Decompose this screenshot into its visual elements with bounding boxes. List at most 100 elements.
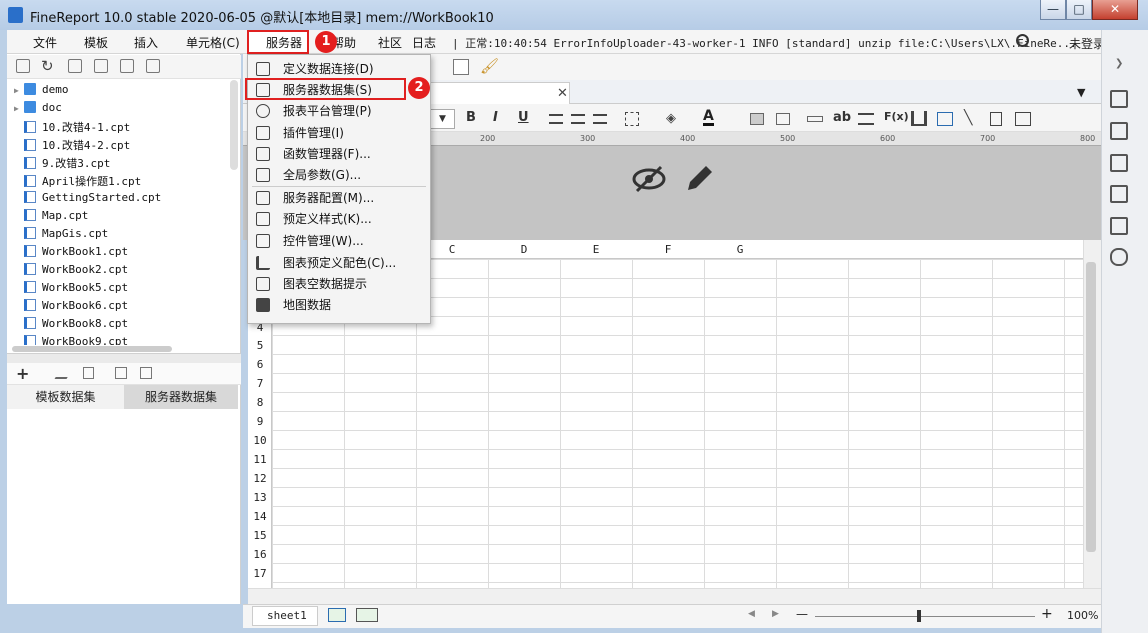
tab-template-dataset[interactable]: 模板数据集 — [7, 385, 124, 409]
text-field-icon[interactable] — [807, 116, 823, 122]
menu-item-server-config[interactable]: 服务器配置(M)... — [256, 189, 426, 210]
refresh-icon[interactable]: ↻ — [41, 57, 54, 75]
close-tab-icon[interactable]: ✕ — [557, 86, 568, 101]
add-sheet-icon[interactable] — [328, 608, 346, 622]
menu-item-function-manager[interactable]: 函数管理器(F)... — [256, 145, 426, 166]
delete-icon[interactable] — [120, 59, 134, 73]
row-header-8[interactable]: 8 — [248, 396, 272, 409]
tree-item[interactable]: WorkBook1.cpt — [14, 245, 128, 263]
delete-dataset-icon[interactable] — [83, 367, 94, 379]
tab-menu-icon[interactable]: ▼ — [1077, 86, 1085, 99]
tree-item[interactable]: April操作题1.cpt — [14, 173, 141, 191]
tree-horizontal-scrollbar[interactable] — [12, 346, 172, 352]
login-link[interactable]: 未登录 — [1069, 35, 1105, 52]
menu-cell[interactable]: 单元格(C) — [186, 34, 240, 51]
menu-server[interactable]: 服务器 — [266, 34, 302, 51]
tree-item[interactable]: 9.改错3.cpt — [14, 155, 110, 173]
open-report-icon[interactable] — [68, 59, 82, 73]
fill-color-icon[interactable]: ◈ — [666, 111, 676, 126]
row-header-5[interactable]: 5 — [248, 339, 272, 352]
merge-cells-icon[interactable] — [750, 113, 764, 125]
menu-item-platform-management[interactable]: 报表平台管理(P) — [256, 102, 426, 123]
cell-attribute-icon[interactable] — [1110, 122, 1128, 140]
menu-file[interactable]: 文件 — [33, 34, 57, 51]
font-size-select[interactable]: ▼ — [430, 109, 455, 129]
widget-settings-icon[interactable] — [1110, 185, 1128, 203]
image-icon[interactable] — [937, 112, 953, 126]
menu-item-chart-empty-data[interactable]: 图表空数据提示 — [256, 275, 426, 296]
row-header-6[interactable]: 6 — [248, 358, 272, 371]
hyperlink-icon[interactable] — [1110, 248, 1128, 266]
bold-button[interactable]: B — [466, 110, 476, 125]
chart-icon[interactable] — [911, 111, 927, 126]
menu-item-chart-color-scheme[interactable]: 图表预定义配色(C)... — [256, 254, 426, 275]
vertical-scroll-thumb[interactable] — [1086, 262, 1096, 552]
panel-splitter[interactable] — [7, 353, 241, 363]
column-header-e[interactable]: E — [560, 243, 632, 256]
sub-report-icon[interactable] — [990, 112, 1002, 126]
minimize-button[interactable]: — — [1040, 0, 1066, 20]
tree-item[interactable]: WorkBook5.cpt — [14, 281, 128, 299]
row-header-10[interactable]: 10 — [248, 434, 272, 447]
font-color-icon[interactable]: A — [703, 109, 714, 126]
zoom-slider[interactable] — [815, 616, 1035, 617]
tree-item[interactable]: WorkBook8.cpt — [14, 317, 128, 335]
border-icon[interactable] — [625, 112, 639, 126]
row-header-13[interactable]: 13 — [248, 491, 272, 504]
row-header-14[interactable]: 14 — [248, 510, 272, 523]
column-header-d[interactable]: D — [488, 243, 560, 256]
slash-icon[interactable]: ╲ — [964, 110, 972, 126]
tree-item[interactable]: 10.改错4-2.cpt — [14, 137, 130, 155]
menu-item-widget-management[interactable]: 控件管理(W)... — [256, 232, 426, 253]
rich-text-icon[interactable] — [858, 113, 874, 125]
zoom-in-button[interactable]: + — [1041, 606, 1053, 622]
search-icon[interactable] — [1016, 34, 1029, 47]
tree-item[interactable]: WorkBook9.cpt — [14, 335, 128, 345]
tab-server-dataset[interactable]: 服务器数据集 — [124, 385, 238, 409]
menu-log[interactable]: 日志 — [412, 34, 436, 51]
align-left-icon[interactable] — [549, 114, 563, 124]
column-header-f[interactable]: F — [632, 243, 704, 256]
new-folder-icon[interactable] — [16, 59, 30, 73]
unmerge-cells-icon[interactable] — [776, 113, 790, 125]
copy-icon[interactable] — [146, 59, 160, 73]
tree-item[interactable]: WorkBook2.cpt — [14, 263, 128, 281]
row-header-17[interactable]: 17 — [248, 567, 272, 580]
italic-button[interactable]: I — [493, 110, 498, 125]
tree-item[interactable]: WorkBook6.cpt — [14, 299, 128, 317]
tree-item[interactable]: Map.cpt — [14, 209, 88, 227]
paste-icon[interactable] — [453, 59, 469, 75]
row-header-15[interactable]: 15 — [248, 529, 272, 542]
menu-template[interactable]: 模板 — [84, 34, 108, 51]
float-element-icon[interactable] — [1110, 154, 1128, 172]
cell-shape-icon[interactable] — [1015, 112, 1031, 126]
row-header-16[interactable]: 16 — [248, 548, 272, 561]
row-header-12[interactable]: 12 — [248, 472, 272, 485]
add-dataset-icon[interactable]: + — [16, 364, 29, 383]
tree-item[interactable]: ▶ demo — [14, 83, 69, 101]
row-header-11[interactable]: 11 — [248, 453, 272, 466]
format-brush-icon[interactable]: 🖌 — [480, 57, 499, 75]
sheet-tab-sheet1[interactable]: sheet1 — [252, 606, 318, 626]
close-button[interactable]: ✕ — [1092, 0, 1138, 20]
maximize-button[interactable]: □ — [1066, 0, 1092, 20]
menu-item-plugin-management[interactable]: 插件管理(I) — [256, 124, 426, 145]
settings-icon[interactable] — [94, 59, 108, 73]
tree-item[interactable]: 10.改错4-1.cpt — [14, 119, 130, 137]
align-center-icon[interactable] — [571, 114, 585, 124]
tree-vertical-scrollbar[interactable] — [230, 80, 238, 170]
zoom-slider-thumb[interactable] — [917, 610, 921, 622]
text-label-button[interactable]: ab — [833, 110, 851, 125]
preview-icon[interactable] — [115, 367, 127, 379]
column-header-g[interactable]: G — [704, 243, 776, 256]
condition-attribute-icon[interactable] — [1110, 217, 1128, 235]
align-right-icon[interactable] — [593, 114, 607, 124]
row-header-7[interactable]: 7 — [248, 377, 272, 390]
sheet-scroll-right-icon[interactable]: ▶ — [772, 609, 779, 619]
menu-community[interactable]: 社区 — [378, 34, 402, 51]
tree-item[interactable]: MapGis.cpt — [14, 227, 108, 245]
tree-item[interactable]: GettingStarted.cpt — [14, 191, 161, 209]
menu-item-predefined-style[interactable]: 预定义样式(K)... — [256, 210, 426, 231]
zoom-out-button[interactable]: — — [796, 607, 808, 621]
formula-button[interactable]: F(x) — [884, 110, 909, 123]
